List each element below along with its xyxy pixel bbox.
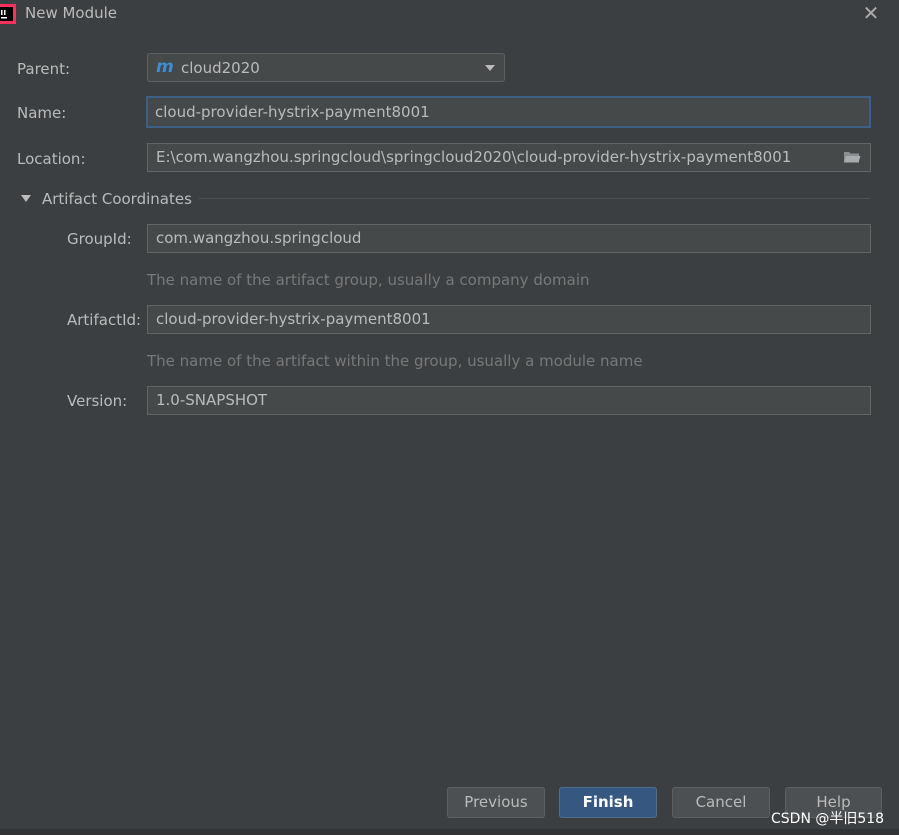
artifactid-label: ArtifactId: xyxy=(67,311,142,329)
parent-label: Parent: xyxy=(17,60,71,78)
intellij-icon xyxy=(0,4,16,24)
maven-m-icon: m xyxy=(156,57,174,77)
bottom-edge xyxy=(0,829,899,835)
artifactid-hint: The name of the artifact within the grou… xyxy=(147,352,643,370)
previous-button[interactable]: Previous xyxy=(447,787,545,818)
folder-icon[interactable] xyxy=(843,150,861,164)
groupid-label: GroupId: xyxy=(67,230,132,248)
close-icon[interactable]: ✕ xyxy=(860,2,882,24)
parent-select[interactable]: m cloud2020 xyxy=(147,53,505,82)
finish-button[interactable]: Finish xyxy=(559,787,657,818)
version-label: Version: xyxy=(67,392,128,410)
window-title: New Module xyxy=(25,4,118,22)
chevron-down-icon xyxy=(485,65,495,71)
triangle-down-icon[interactable] xyxy=(21,195,31,202)
groupid-hint: The name of the artifact group, usually … xyxy=(147,271,590,289)
name-label: Name: xyxy=(17,104,67,122)
version-input[interactable]: 1.0-SNAPSHOT xyxy=(147,386,871,415)
artifact-coordinates-title[interactable]: Artifact Coordinates xyxy=(42,190,192,208)
artifactid-input[interactable]: cloud-provider-hystrix-payment8001 xyxy=(147,305,871,334)
groupid-input[interactable]: com.wangzhou.springcloud xyxy=(147,224,871,253)
parent-value: cloud2020 xyxy=(181,59,260,77)
section-divider xyxy=(199,198,870,199)
location-input[interactable]: E:\com.wangzhou.springcloud\springcloud2… xyxy=(147,143,871,172)
watermark: CSDN @半旧518 xyxy=(771,811,885,827)
title-bar: New Module ✕ xyxy=(0,0,899,28)
location-label: Location: xyxy=(17,150,86,168)
cancel-button[interactable]: Cancel xyxy=(672,787,770,818)
name-input[interactable]: cloud-provider-hystrix-payment8001 xyxy=(146,96,871,128)
